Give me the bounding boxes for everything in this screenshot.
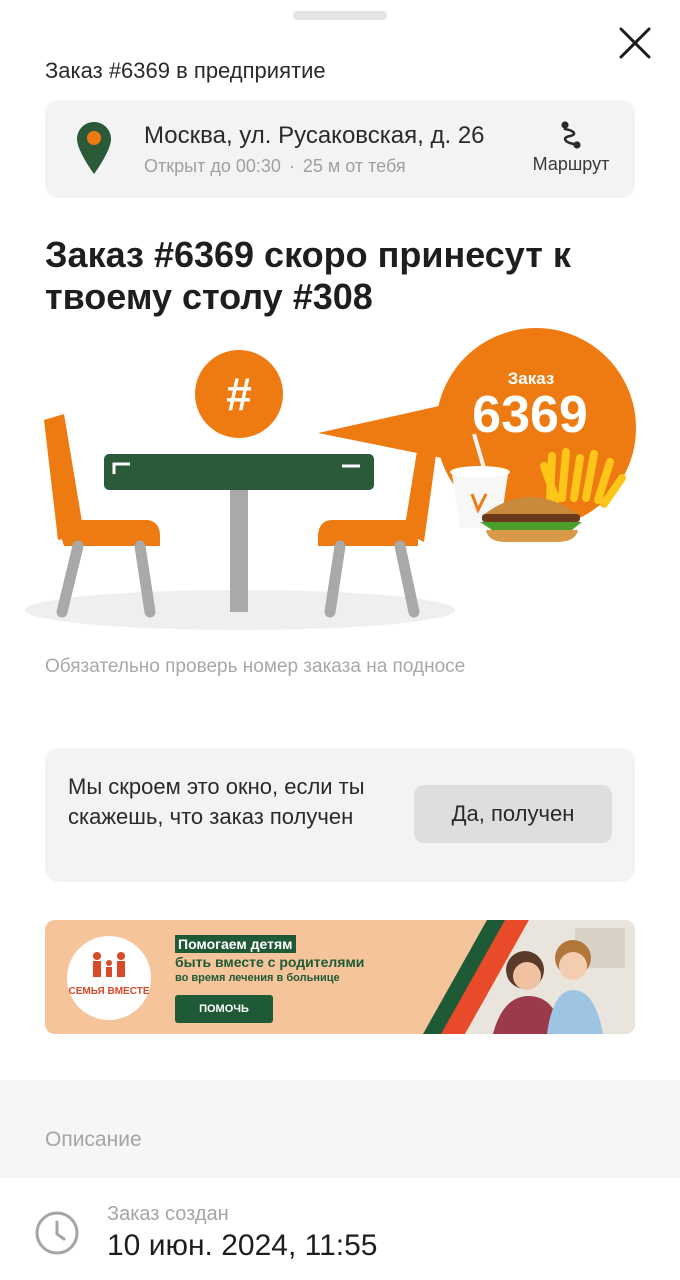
- confirm-text: Мы скроем это окно, если ты скажешь, что…: [68, 774, 365, 829]
- restaurant-card: Москва, ул. Русаковская, д. 26 Открыт до…: [45, 100, 635, 198]
- description-label: Описание: [45, 1128, 142, 1151]
- banner-headline: Помогаем детям: [175, 935, 296, 953]
- order-created-value: 10 июн. 2024, 11:55: [107, 1229, 378, 1262]
- close-icon: [619, 27, 651, 59]
- banner-help-button[interactable]: ПОМОЧЬ: [175, 995, 273, 1023]
- order-created-label: Заказ создан: [107, 1203, 229, 1225]
- description-section-header: Описание: [0, 1080, 680, 1178]
- banner-subline: быть вместе с родителями: [175, 954, 365, 970]
- distance: 25 м от тебя: [302, 156, 406, 176]
- hash-symbol: #: [226, 368, 252, 420]
- opening-hours: Открыт до 00:30: [144, 156, 281, 176]
- family-together-logo: СЕМЬЯ ВМЕСТЕ: [67, 936, 151, 1020]
- order-bubble-number: 6369: [472, 386, 588, 444]
- separator-dot: ·: [288, 156, 295, 176]
- clock-icon: [35, 1211, 79, 1255]
- restaurant-address: Москва, ул. Русаковская, д. 26: [144, 122, 485, 149]
- confirm-received-button[interactable]: Да, получен: [414, 785, 612, 843]
- order-status-headline: Заказ #6369 скоро принесут к твоему стол…: [45, 234, 571, 317]
- location-pin-icon: [77, 122, 111, 174]
- check-order-hint: Обязательно проверь номер заказа на подн…: [45, 656, 466, 677]
- route-button[interactable]: Маршрут: [523, 120, 619, 175]
- confirm-received-card: Мы скроем это окно, если ты скажешь, что…: [45, 748, 635, 882]
- route-label: Маршрут: [532, 154, 610, 174]
- order-bubble-pointer: [318, 404, 452, 460]
- route-icon: [561, 121, 581, 149]
- charity-banner[interactable]: СЕМЬЯ ВМЕСТЕ Помогаем детям быть вместе …: [45, 920, 635, 1034]
- table-service-illustration: # Заказ 6369: [25, 328, 636, 630]
- banner-note: во время лечения в больнице: [175, 972, 340, 984]
- logo-text: СЕМЬЯ ВМЕСТЕ: [68, 986, 150, 997]
- drag-handle[interactable]: [293, 11, 387, 20]
- close-button[interactable]: [614, 22, 656, 64]
- left-chair-seat: [56, 520, 160, 546]
- order-title: Заказ #6369 в предприятие: [45, 58, 326, 83]
- table-top: [104, 454, 374, 490]
- restaurant-meta: Открыт до 00:30 · 25 м от тебя: [144, 156, 406, 177]
- table-leg: [230, 490, 248, 612]
- family-icon: [93, 952, 125, 977]
